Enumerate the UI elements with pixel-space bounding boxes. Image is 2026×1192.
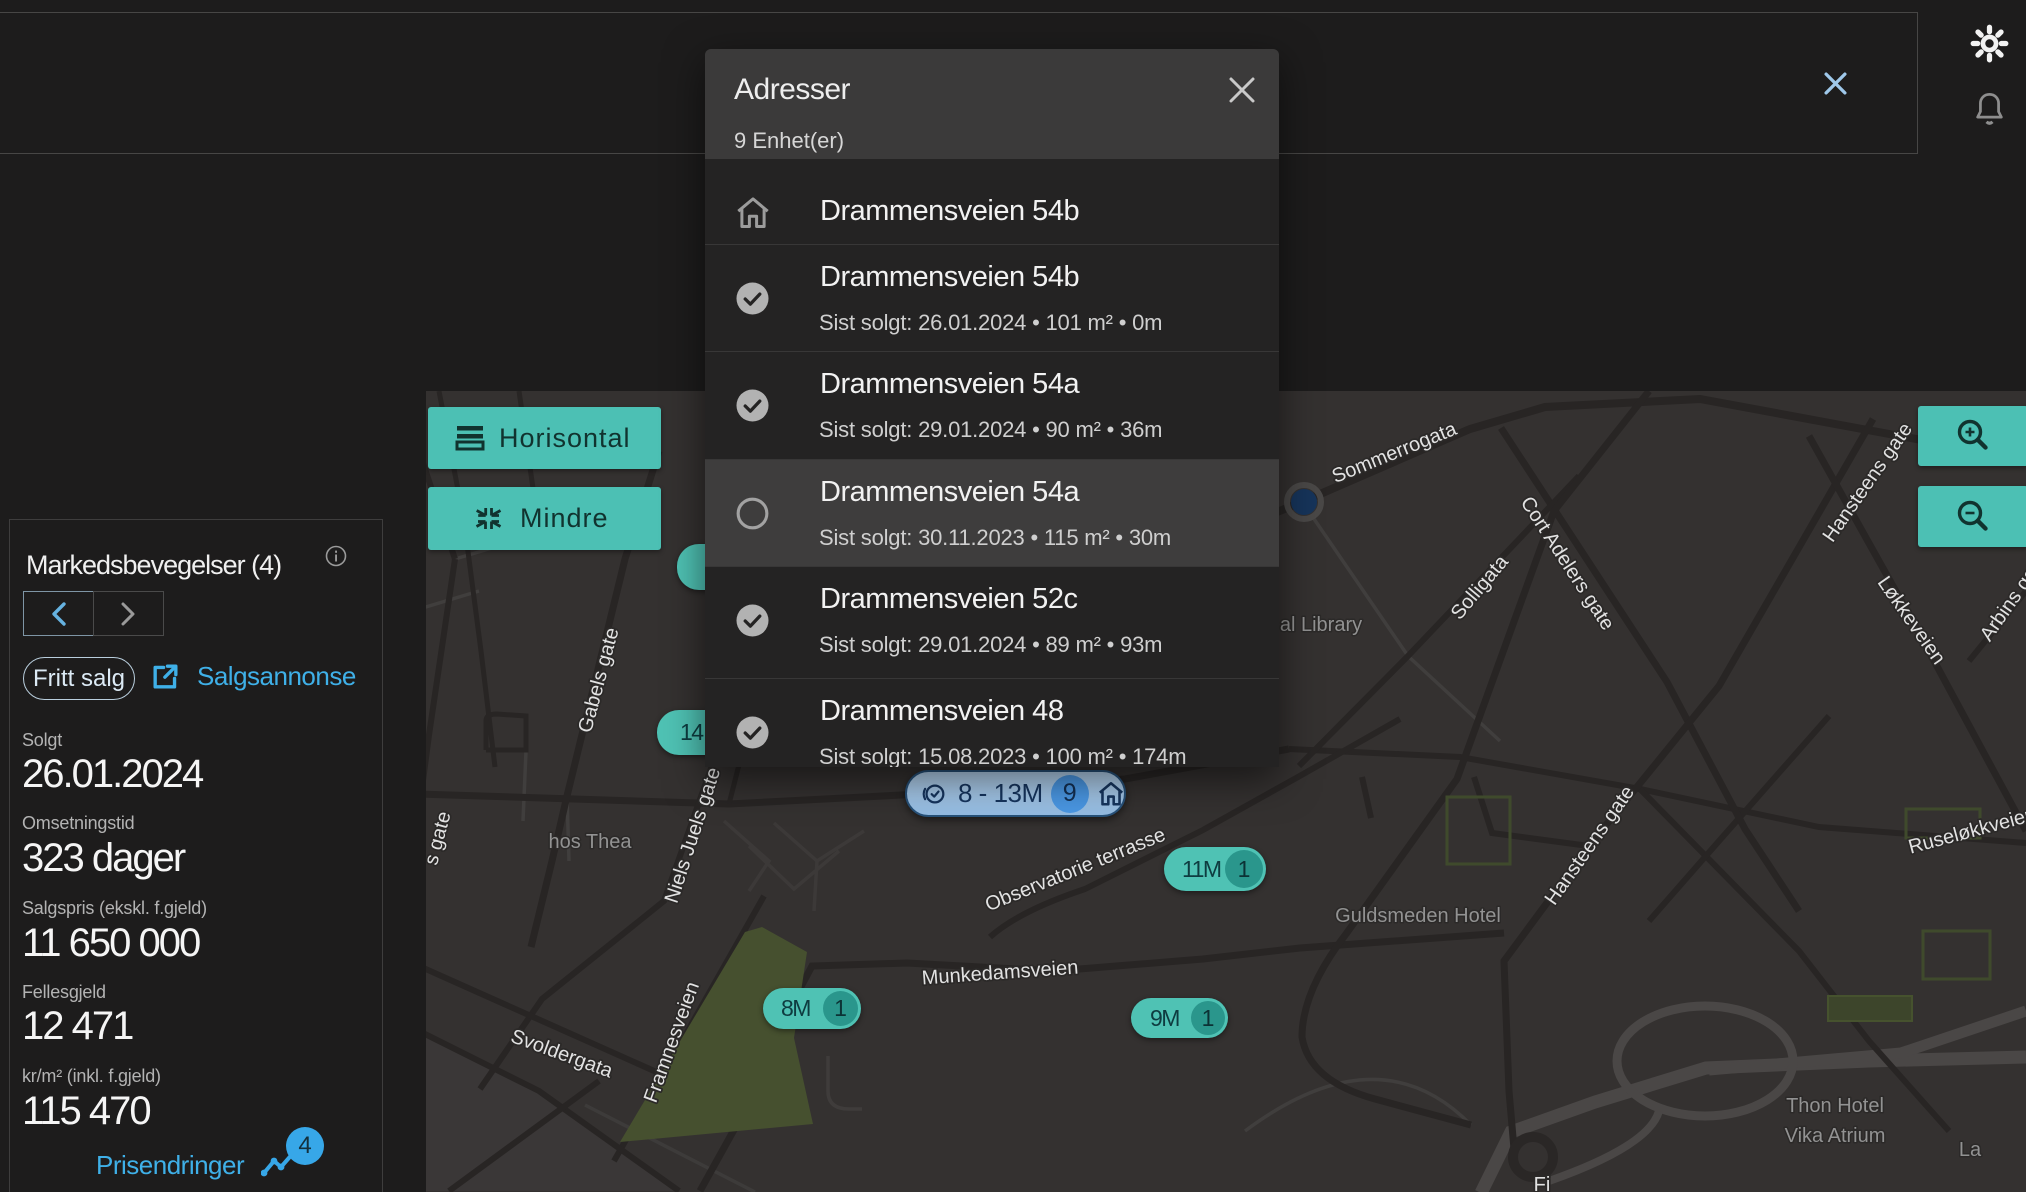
svg-text:Sommerrogata: Sommerrogata	[1329, 418, 1461, 488]
svg-text:al Library: al Library	[1280, 614, 1362, 636]
svg-text:Solligata: Solligata	[1447, 551, 1514, 625]
svg-text:Fi: Fi	[1534, 1174, 1551, 1192]
svg-text:Gabels gate: Gabels gate	[574, 625, 623, 735]
svg-text:Cort Adelers gate: Cort Adelers gate	[1516, 493, 1619, 635]
svg-text:Guldsmeden Hotel: Guldsmeden Hotel	[1335, 905, 1501, 927]
svg-text:Svoldergata: Svoldergata	[508, 1025, 617, 1082]
svg-text:Munkedamsveien: Munkedamsveien	[921, 957, 1079, 990]
svg-text:Hansteens gate: Hansteens gate	[1541, 782, 1639, 909]
svg-text:La: La	[1959, 1139, 1982, 1161]
svg-text:hos Thea: hos Thea	[548, 831, 632, 853]
svg-text:Niels Juels gate: Niels Juels gate	[661, 765, 726, 906]
svg-text:s gate: s gate	[426, 809, 456, 867]
svg-text:Thon Hotel: Thon Hotel	[1786, 1095, 1884, 1117]
svg-text:Vika Atrium: Vika Atrium	[1785, 1125, 1886, 1147]
svg-text:Observatorie terrasse: Observatorie terrasse	[982, 824, 1169, 916]
svg-text:Løkkeveien: Løkkeveien	[1873, 572, 1950, 668]
svg-text:Ruseløkkveien: Ruseløkkveien	[1906, 803, 2026, 858]
svg-text:Arbins gate: Arbins gate	[1976, 550, 2026, 645]
